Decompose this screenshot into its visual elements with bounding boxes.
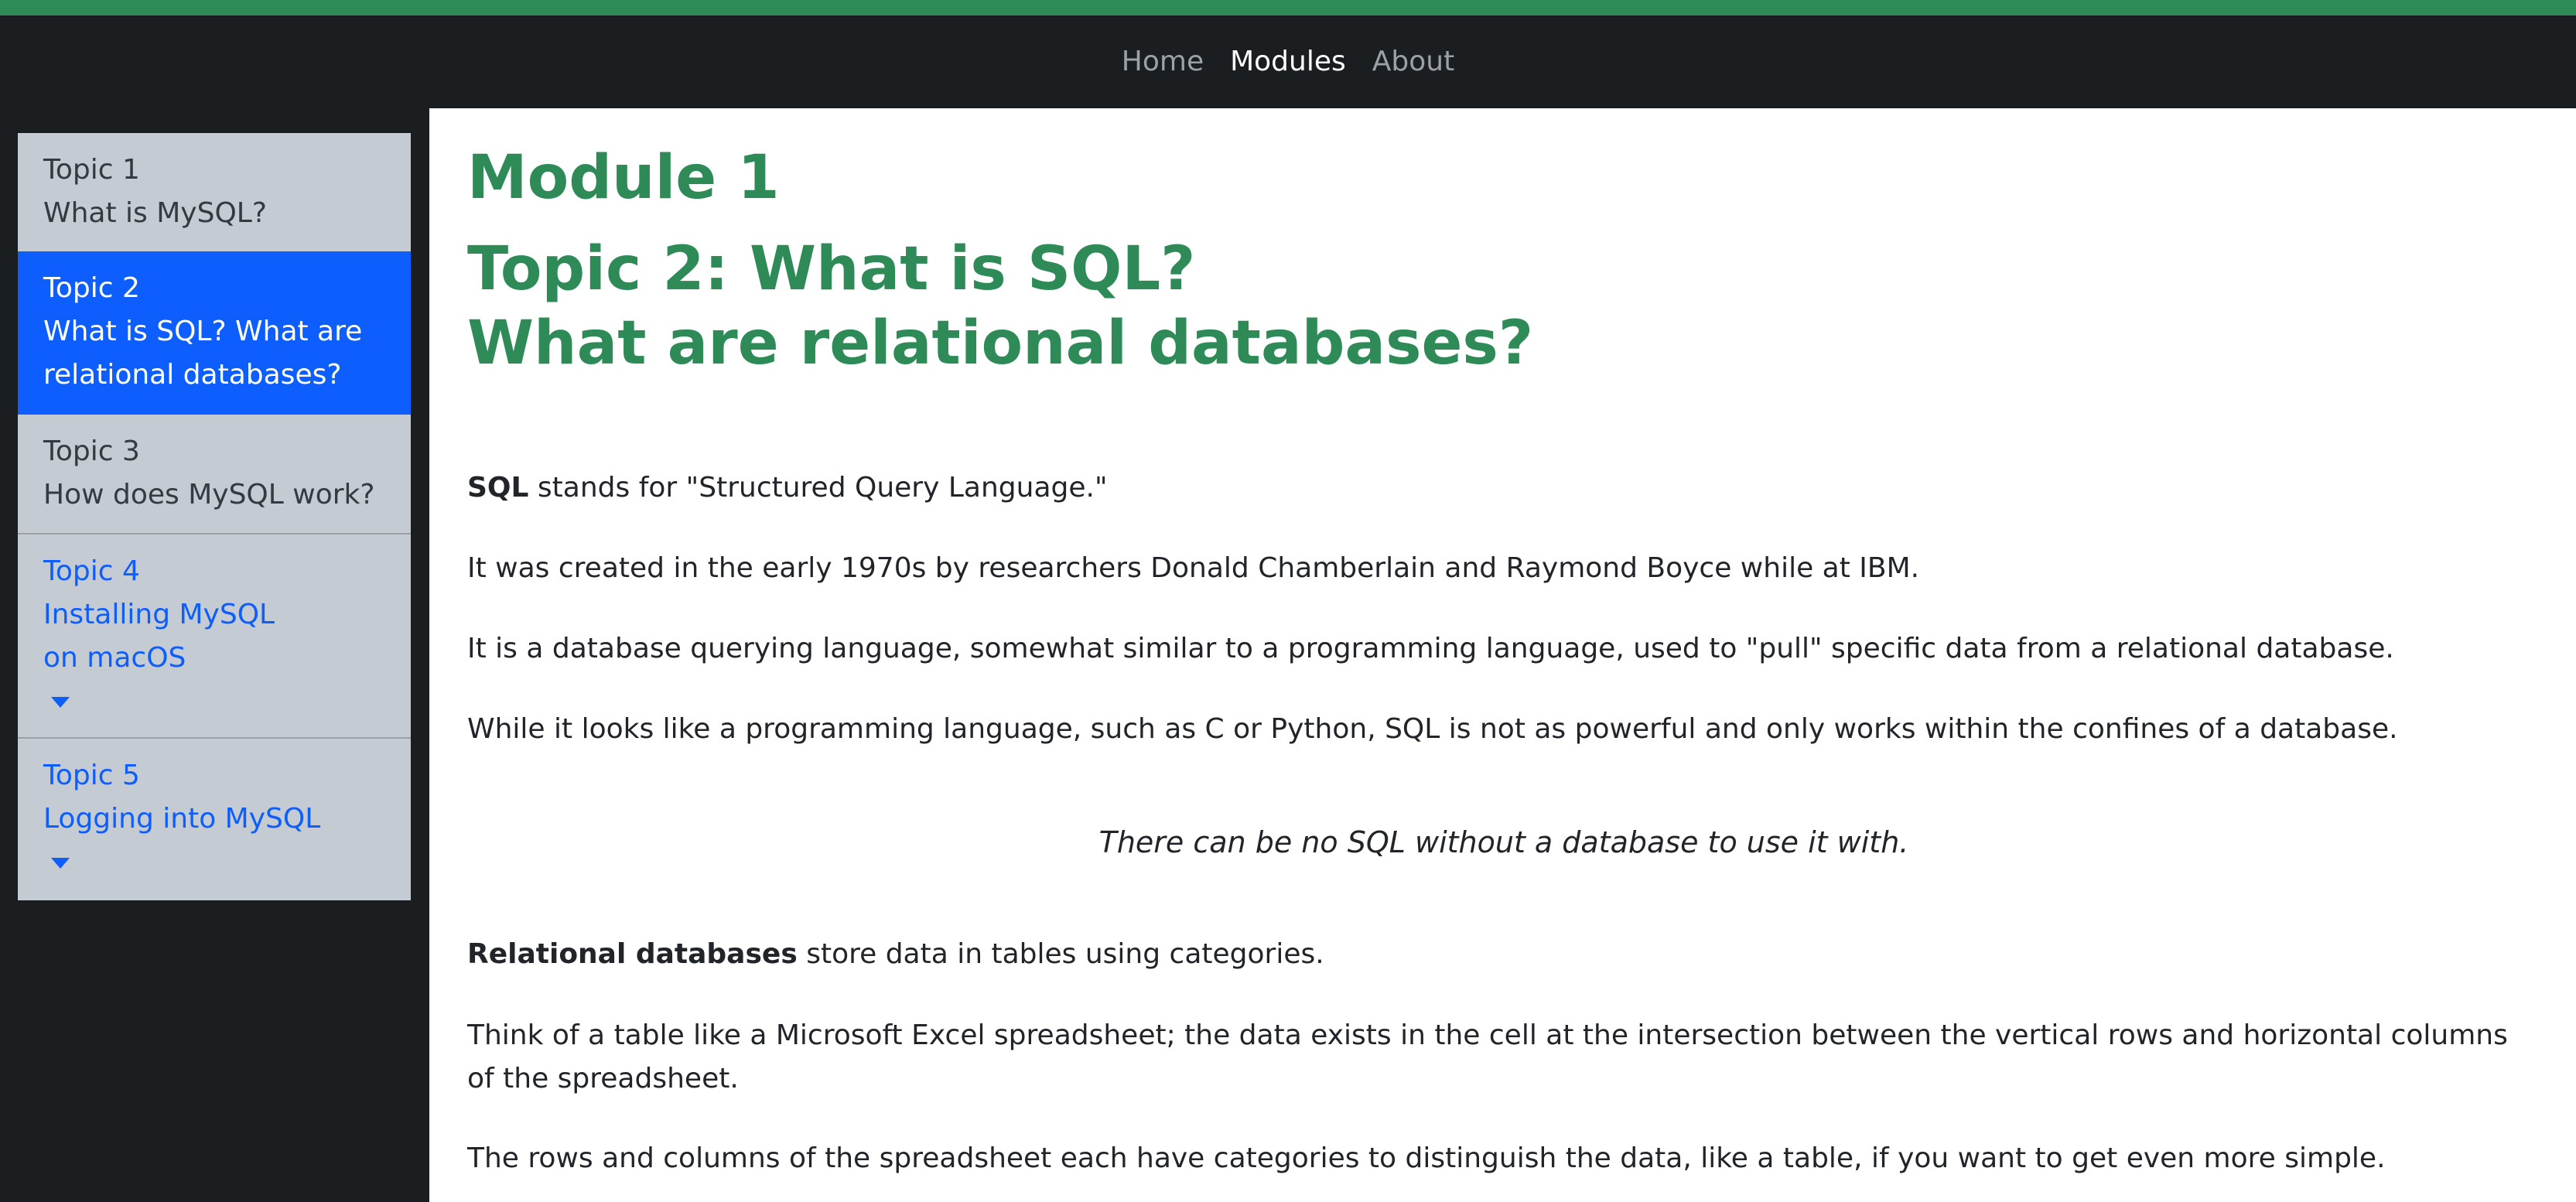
sidebar-item-topic-label: Topic 3 [43, 435, 140, 467]
paragraph-rows-columns: The rows and columns of the spreadsheet … [467, 1142, 2386, 1174]
sidebar-item-subtitle: Logging into MySQL [43, 803, 321, 835]
sidebar-item-subtitle: What is SQL? What are relational databas… [43, 316, 363, 391]
paragraph-relational-databases: Relational databases store data in table… [467, 933, 2540, 976]
callout-quote: There can be no SQL without a database t… [1098, 825, 1909, 859]
paragraph-spreadsheet-analogy: Think of a table like a Microsoft Excel … [467, 1019, 2508, 1094]
chevron-down-icon[interactable] [51, 858, 70, 869]
topic-title-line-2: What are relational databases? [467, 309, 1534, 378]
paragraph-sql-definition: SQL stands for "Structured Query Languag… [467, 466, 2540, 510]
top-accent-bar [0, 0, 2576, 15]
sidebar-item-topic-label: Topic 5 [43, 760, 140, 791]
paragraph-sql-comparison: While it looks like a programming langua… [467, 713, 2398, 745]
sidebar-item-subtitle: How does MySQL work? [43, 479, 375, 511]
topic-title: Topic 2: What is SQL? What are relationa… [467, 232, 1533, 381]
paragraph-text: store data in tables using categories. [797, 938, 1324, 970]
term-sql: SQL [467, 472, 529, 504]
main-content: Module 1 Topic 2: What is SQL? What are … [429, 108, 2576, 1202]
paragraph-sql-purpose: It is a database querying language, some… [467, 633, 2394, 664]
chevron-down-icon[interactable] [51, 697, 70, 708]
module-title: Module 1 [467, 143, 780, 213]
sidebar-item-topic-label: Topic 2 [43, 272, 140, 304]
sidebar-item-subtitle: What is MySQL? [43, 197, 267, 229]
sidebar-item-topic-2[interactable]: Topic 2 What is SQL? What are relational… [18, 251, 411, 415]
sidebar-item-topic-label: Topic 1 [43, 154, 140, 186]
sidebar-item-topic-1[interactable]: Topic 1 What is MySQL? [18, 133, 411, 251]
sidebar-item-topic-3[interactable]: Topic 3 How does MySQL work? [18, 415, 411, 533]
paragraph-text: stands for "Structured Query Language." [528, 472, 1108, 504]
nav-about-link[interactable]: About [1372, 48, 1454, 76]
term-relational-databases: Relational databases [467, 938, 798, 970]
nav-home-link[interactable]: Home [1122, 48, 1204, 76]
topics-sidebar: Topic 1 What is MySQL? Topic 2 What is S… [18, 133, 411, 900]
nav-modules-link[interactable]: Modules [1230, 48, 1346, 76]
topic-title-line-1: Topic 2: What is SQL? [467, 234, 1196, 304]
paragraph-sql-history: It was created in the early 1970s by res… [467, 552, 1920, 584]
sidebar-item-topic-4[interactable]: Topic 4 Installing MySQL on macOS [18, 533, 411, 737]
sidebar-item-subtitle: Installing MySQL on macOS [43, 599, 275, 674]
top-navbar: Home Modules About [0, 15, 2576, 108]
sidebar-item-topic-label: Topic 4 [43, 555, 140, 587]
sidebar-item-topic-5[interactable]: Topic 5 Logging into MySQL [18, 737, 411, 900]
